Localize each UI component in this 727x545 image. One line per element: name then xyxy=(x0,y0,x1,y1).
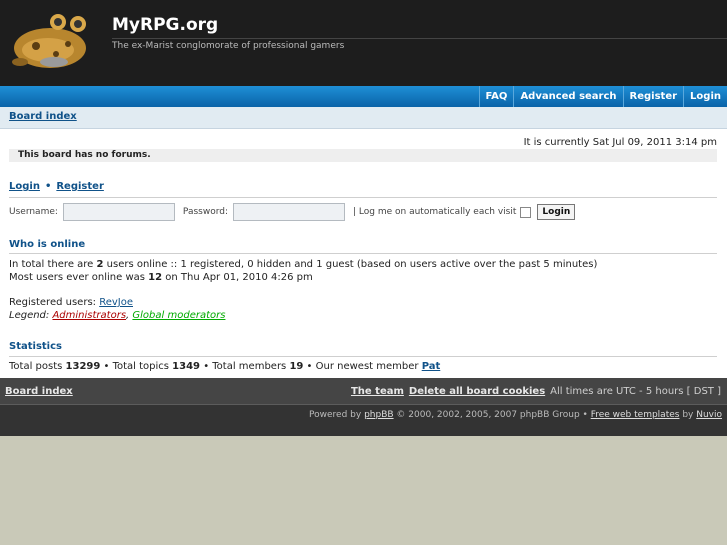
stat-topics-value: 1349 xyxy=(172,361,201,372)
online-record-suffix: on Thu Apr 01, 2010 4:26 pm xyxy=(162,272,313,283)
username-input[interactable] xyxy=(62,203,175,221)
statistics-line: Total posts 13299 • Total topics 1349 • … xyxy=(9,361,440,372)
login-header: Login • Register xyxy=(9,181,104,192)
legend-label: Legend: xyxy=(9,310,53,321)
current-time: It is currently Sat Jul 09, 2011 3:14 pm xyxy=(523,137,717,148)
footer-nav: Board index The team Delete all board coo… xyxy=(0,378,727,404)
site-description: The ex-Marist conglomorate of profession… xyxy=(112,41,345,51)
who-is-online-divider xyxy=(9,253,717,254)
online-total-suffix: users online :: 1 registered, 0 hidden a… xyxy=(103,259,598,270)
the-team-link[interactable]: The team xyxy=(351,386,404,397)
online-total-prefix: In total there are xyxy=(9,259,97,270)
online-total-line: In total there are 2 users online :: 1 r… xyxy=(9,259,597,270)
nav-login-link[interactable]: Login xyxy=(683,86,727,107)
password-label: Password: xyxy=(182,207,228,217)
registered-user-link[interactable]: RevJoe xyxy=(99,297,133,308)
nav-faq-link[interactable]: FAQ xyxy=(478,86,514,107)
site-header: MyRPG.org The ex-Marist conglomorate of … xyxy=(0,0,727,86)
breadcrumb: Board index xyxy=(0,107,727,129)
newest-member-link[interactable]: Pat xyxy=(422,361,441,372)
by-text: by xyxy=(679,410,697,420)
online-record-count: 12 xyxy=(148,272,163,283)
username-label: Username: xyxy=(9,207,58,217)
stat-members-label: • Total members xyxy=(200,361,290,372)
delete-cookies-link[interactable]: Delete all board cookies xyxy=(409,386,545,397)
autologin-label: | Log me on automatically each visit xyxy=(353,207,517,217)
legend-global-moderators-link[interactable]: Global moderators xyxy=(132,310,225,321)
nav-advanced-search-link[interactable]: Advanced search xyxy=(513,86,622,107)
stat-topics-label: • Total topics xyxy=(100,361,173,372)
footer-board-index-link[interactable]: Board index xyxy=(5,386,73,397)
stat-posts-label: Total posts xyxy=(9,361,66,372)
login-link[interactable]: Login xyxy=(9,181,40,192)
who-is-online-title: Who is online xyxy=(9,239,86,250)
online-record-prefix: Most users ever online was xyxy=(9,272,149,283)
timezone-text: All times are UTC - 5 hours [ DST ] xyxy=(550,386,721,397)
login-separator: • xyxy=(44,181,52,192)
statistics-title: Statistics xyxy=(9,341,62,352)
nav-register-link[interactable]: Register xyxy=(622,86,684,107)
header-divider xyxy=(112,38,727,39)
breadcrumb-board-index-link[interactable]: Board index xyxy=(9,111,77,122)
login-button[interactable]: Login xyxy=(537,204,576,220)
footer-right: The team Delete all board cookies All time… xyxy=(351,386,721,397)
autologin-checkbox[interactable] xyxy=(520,206,532,218)
stat-posts-value: 13299 xyxy=(65,361,101,372)
login-divider xyxy=(9,197,717,198)
registered-users-line: Registered users: RevJoe xyxy=(9,297,133,308)
stat-members-value: 19 xyxy=(289,361,304,372)
hypnotoad-logo-icon[interactable] xyxy=(8,10,90,72)
statistics-divider xyxy=(9,356,717,357)
nav-bar: FAQ Advanced search Register Login xyxy=(0,86,727,107)
stat-newest-label: • Our newest member xyxy=(303,361,422,372)
powered-by-label: Powered by xyxy=(309,410,365,420)
free-templates-link[interactable]: Free web templates xyxy=(591,410,680,420)
nuvio-link[interactable]: Nuvio xyxy=(696,410,722,420)
footer-credits: Powered by phpBB © 2000, 2002, 2005, 200… xyxy=(0,405,727,436)
site-title[interactable]: MyRPG.org xyxy=(112,15,218,35)
phpbb-link[interactable]: phpBB xyxy=(364,410,393,420)
main-content: It is currently Sat Jul 09, 2011 3:14 pm… xyxy=(0,129,727,378)
registered-users-label: Registered users: xyxy=(9,297,100,308)
legend-line: Legend: Administrators, Global moderator… xyxy=(9,310,225,321)
legend-comma: , xyxy=(126,310,130,321)
no-forums-notice: This board has no forums. xyxy=(9,149,717,162)
password-input[interactable] xyxy=(233,203,345,221)
legend-administrators-link[interactable]: Administrators xyxy=(52,310,126,321)
copyright-text: © 2000, 2002, 2005, 2007 phpBB Group • xyxy=(393,410,591,420)
powered-by-line: Powered by phpBB © 2000, 2002, 2005, 200… xyxy=(309,410,722,420)
login-form: Username: Password: | Log me on automati… xyxy=(9,202,576,222)
register-link[interactable]: Register xyxy=(56,181,104,192)
online-record-line: Most users ever online was 12 on Thu Apr… xyxy=(9,272,313,283)
